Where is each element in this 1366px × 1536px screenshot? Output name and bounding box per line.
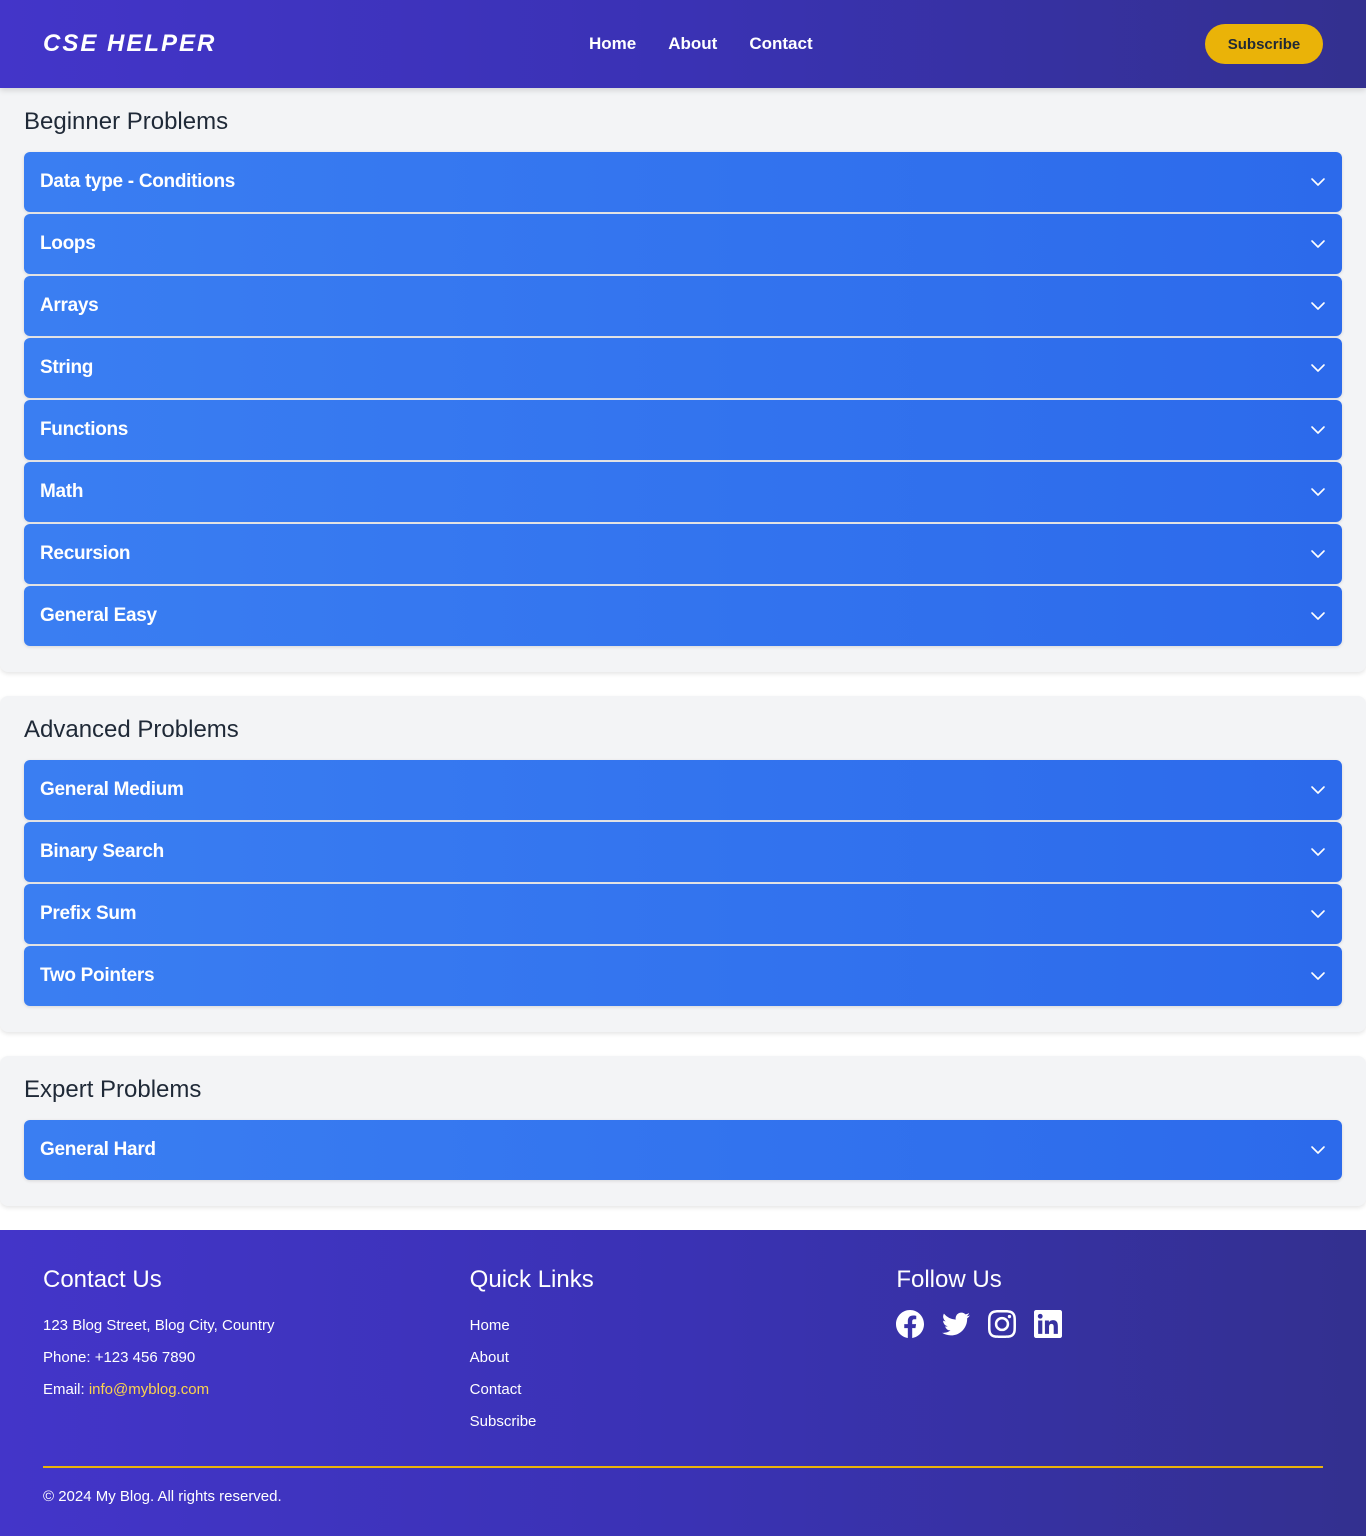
footer-columns: Contact Us 123 Blog Street, Blog City, C…	[43, 1266, 1323, 1438]
accordion-item[interactable]: Prefix Sum	[24, 884, 1342, 944]
footer-link-home[interactable]: Home	[470, 1310, 897, 1342]
chevron-down-icon	[1311, 178, 1325, 186]
chevron-down-icon	[1311, 364, 1325, 372]
site-header: CSE HELPER Home About Contact Subscribe	[0, 0, 1366, 88]
accordion-item[interactable]: General Hard	[24, 1120, 1342, 1180]
footer-link-subscribe[interactable]: Subscribe	[470, 1406, 897, 1438]
accordion-label: String	[40, 357, 94, 378]
contact-column: Contact Us 123 Blog Street, Blog City, C…	[43, 1266, 470, 1438]
chevron-down-icon	[1311, 910, 1325, 918]
footer-link-about[interactable]: About	[470, 1342, 897, 1374]
accordion-label: Two Pointers	[40, 965, 155, 986]
accordion-list: General Hard	[24, 1120, 1342, 1180]
accordion-item[interactable]: Binary Search	[24, 822, 1342, 882]
linkedin-icon[interactable]	[1034, 1310, 1063, 1350]
chevron-down-icon	[1311, 426, 1325, 434]
accordion-label: Prefix Sum	[40, 903, 137, 924]
chevron-down-icon	[1311, 302, 1325, 310]
instagram-icon[interactable]	[988, 1310, 1017, 1350]
accordion-item[interactable]: Loops	[24, 214, 1342, 274]
site-footer: Contact Us 123 Blog Street, Blog City, C…	[0, 1230, 1366, 1536]
chevron-down-icon	[1311, 1146, 1325, 1154]
contact-title: Contact Us	[43, 1266, 162, 1293]
facebook-icon[interactable]	[896, 1310, 925, 1350]
main-content: Beginner Problems Data type - Conditions…	[0, 88, 1366, 1206]
footer-link-contact[interactable]: Contact	[470, 1374, 897, 1406]
accordion-item[interactable]: Math	[24, 462, 1342, 522]
contact-address: 123 Blog Street, Blog City, Country	[43, 1317, 275, 1334]
section-title: Advanced Problems	[24, 716, 239, 743]
accordion-item[interactable]: Functions	[24, 400, 1342, 460]
accordion-item[interactable]: General Medium	[24, 760, 1342, 820]
accordion-label: Loops	[40, 233, 96, 254]
accordion-list: Data type - Conditions Loops Arrays String F…	[24, 152, 1342, 646]
accordion-label: General Easy	[40, 605, 157, 626]
chevron-down-icon	[1311, 972, 1325, 980]
nav-contact-link[interactable]: Contact	[749, 34, 812, 54]
chevron-down-icon	[1311, 550, 1325, 558]
accordion-label: Functions	[40, 419, 129, 440]
chevron-down-icon	[1311, 786, 1325, 794]
expert-section: Expert Problems General Hard	[0, 1056, 1366, 1206]
chevron-down-icon	[1311, 240, 1325, 248]
beginner-section: Beginner Problems Data type - Conditions…	[0, 88, 1366, 672]
subscribe-button[interactable]: Subscribe	[1205, 24, 1323, 64]
quick-links-title: Quick Links	[469, 1266, 594, 1293]
main-nav: Home About Contact	[589, 0, 813, 88]
nav-about-link[interactable]: About	[668, 34, 717, 54]
accordion-label: Recursion	[40, 543, 131, 564]
contact-email: Email: info@myblog.com	[43, 1374, 470, 1406]
accordion-label: Math	[40, 481, 84, 502]
accordion-label: Arrays	[40, 295, 99, 316]
contact-phone: Phone: +123 456 7890	[43, 1349, 196, 1366]
follow-column: Follow Us	[896, 1266, 1323, 1438]
social-icons	[896, 1310, 1323, 1350]
logo[interactable]: CSE HELPER	[43, 30, 216, 58]
accordion-item[interactable]: Arrays	[24, 276, 1342, 336]
follow-title: Follow Us	[896, 1266, 1002, 1293]
quick-links-column: Quick Links Home About Contact Subscribe	[470, 1266, 897, 1438]
advanced-section: Advanced Problems General Medium Binary S…	[0, 696, 1366, 1032]
footer-divider	[43, 1466, 1323, 1468]
section-title: Beginner Problems	[24, 108, 229, 135]
accordion-label: General Hard	[40, 1139, 156, 1160]
nav-home-link[interactable]: Home	[589, 34, 636, 54]
email-label: Email:	[43, 1381, 89, 1398]
accordion-label: General Medium	[40, 779, 184, 800]
accordion-item[interactable]: Recursion	[24, 524, 1342, 584]
accordion-item[interactable]: General Easy	[24, 586, 1342, 646]
twitter-icon[interactable]	[942, 1310, 971, 1350]
accordion-item[interactable]: Two Pointers	[24, 946, 1342, 1006]
accordion-item[interactable]: String	[24, 338, 1342, 398]
accordion-item[interactable]: Data type - Conditions	[24, 152, 1342, 212]
accordion-label: Data type - Conditions	[40, 171, 236, 192]
copyright-text: © 2024 My Blog. All rights reserved.	[43, 1488, 282, 1505]
chevron-down-icon	[1311, 612, 1325, 620]
section-title: Expert Problems	[24, 1076, 202, 1103]
chevron-down-icon	[1311, 488, 1325, 496]
accordion-list: General Medium Binary Search Prefix Sum Two…	[24, 760, 1342, 1006]
email-link[interactable]: info@myblog.com	[89, 1381, 209, 1398]
chevron-down-icon	[1311, 848, 1325, 856]
accordion-label: Binary Search	[40, 841, 164, 862]
